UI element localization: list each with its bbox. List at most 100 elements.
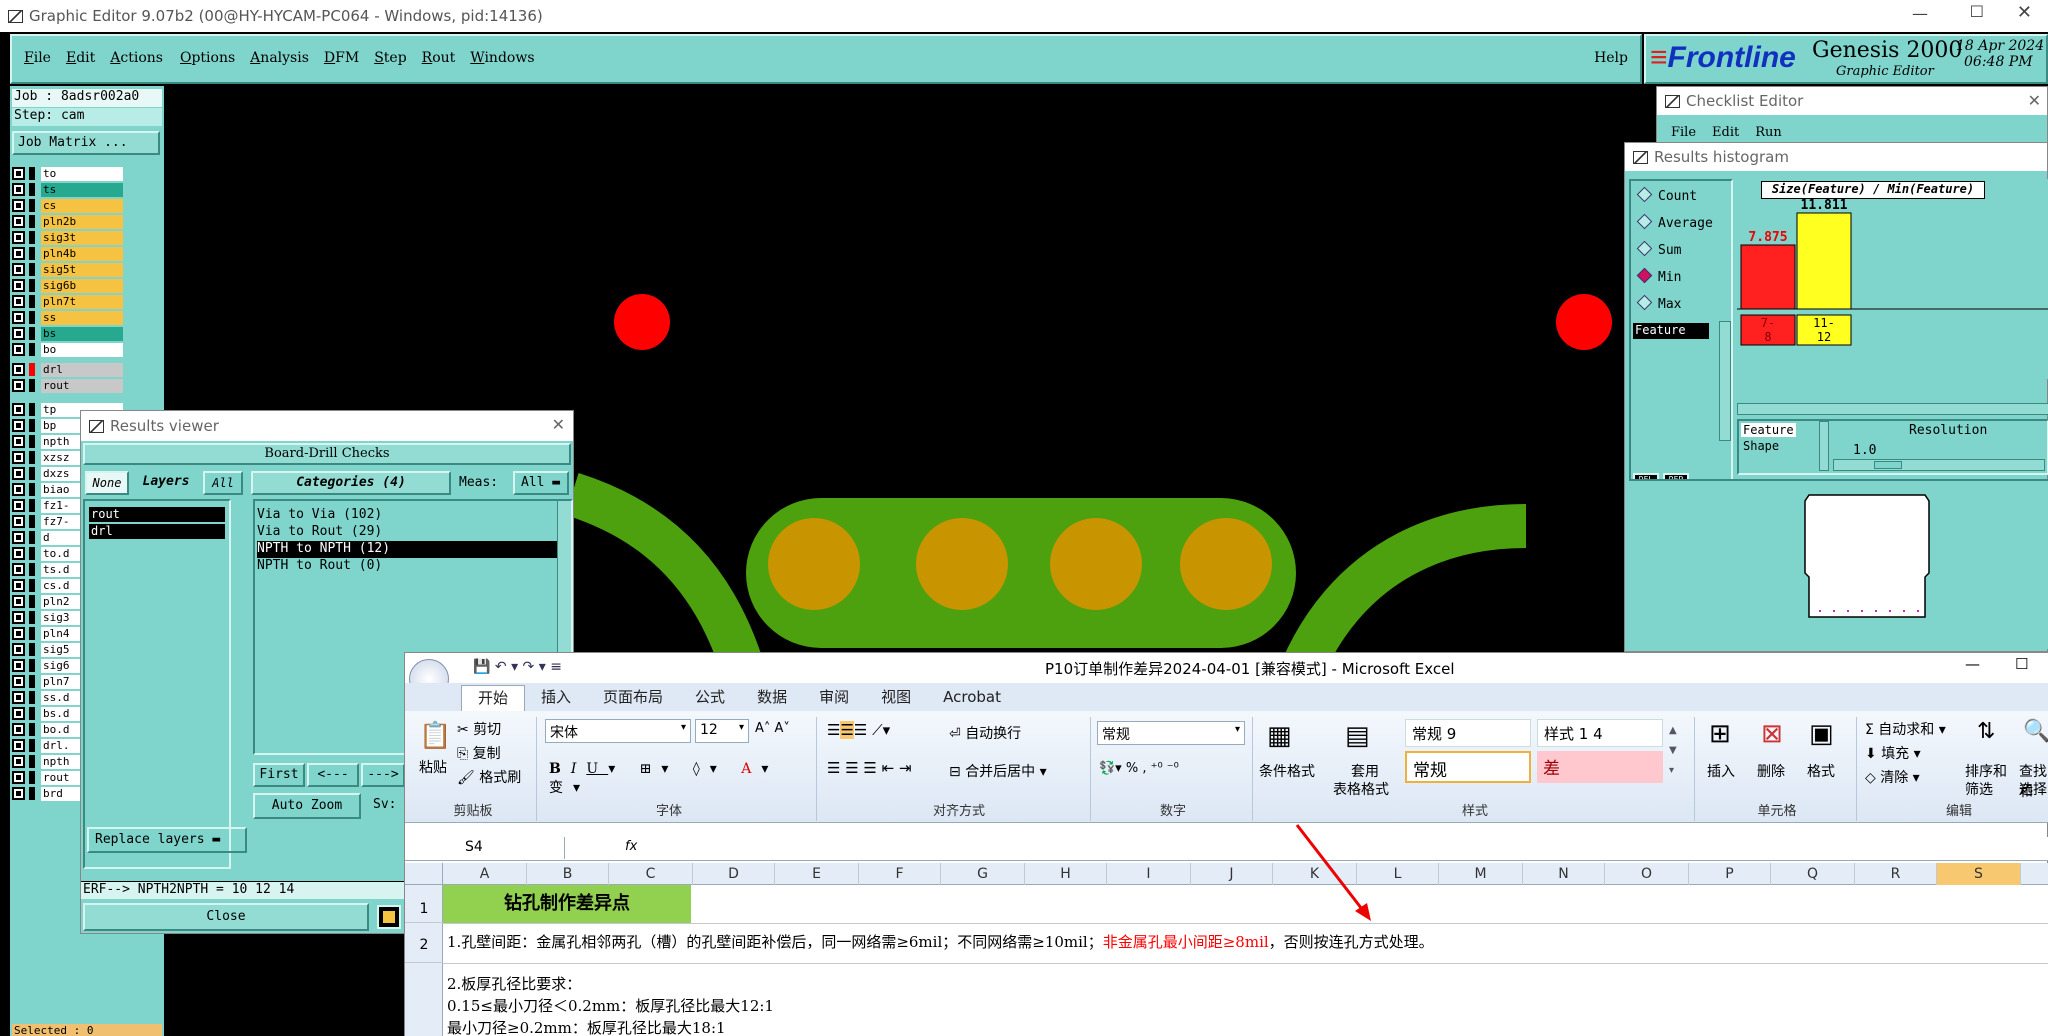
column-header[interactable]: C [609,863,693,885]
layer-checkbox[interactable] [12,739,25,752]
paste-button[interactable]: 粘贴 [419,757,447,777]
layer-checkbox[interactable] [12,419,25,432]
maximize-button[interactable]: ☐ [1970,2,1984,21]
menu-actions[interactable]: Actions [110,50,163,66]
rule-line-1[interactable]: 1.孔壁间距：金属孔相邻两孔（槽）的孔壁间距补偿后，同一网络需≥6mil；不同网… [447,931,1434,952]
layer-checkbox[interactable] [12,563,25,576]
column-header[interactable]: E [775,863,859,885]
layer-name[interactable]: sig3t [41,230,123,245]
histogram-bar[interactable] [1796,212,1852,310]
layer-name[interactable]: ss [41,310,123,325]
meas-dropdown[interactable]: All ▬ [513,471,569,495]
layer-checkbox[interactable] [12,295,25,308]
menu-dfm[interactable]: DFM [324,50,359,66]
layer-row[interactable]: to [12,166,123,181]
layer-checkbox[interactable] [12,499,25,512]
column-header[interactable]: I [1107,863,1191,885]
conditional-format-icon[interactable]: ▦ [1267,721,1292,751]
number-format-icons[interactable]: 💱▾ % , ⁺⁰ ⁻⁰ [1099,761,1179,776]
layer-row[interactable]: rout [12,378,123,393]
tab-home[interactable]: 开始 [461,685,526,711]
layer-checkbox[interactable] [12,691,25,704]
column-header[interactable]: R [1855,863,1937,885]
merge-center-button[interactable]: ⊟ 合并后居中 ▾ [949,761,1047,781]
table-format-button[interactable]: 套用 [1351,761,1379,781]
layer-checkbox[interactable] [12,435,25,448]
layer-checkbox[interactable] [12,363,25,376]
next-button[interactable]: ---> [361,763,405,787]
category-item-selected[interactable]: NPTH to NPTH (12) [257,541,569,558]
layer-name[interactable]: ts [41,182,123,197]
formula-input[interactable] [641,837,2041,859]
column-header[interactable]: N [1523,863,1605,885]
close-icon[interactable]: ✕ [2028,91,2041,110]
align-horizontal-icons[interactable]: ☰ ☰ ☰ ⇤ ⇥ [827,759,912,777]
column-header[interactable]: A [443,863,527,885]
tab-view[interactable]: 视图 [865,685,927,711]
layer-checkbox[interactable] [12,167,25,180]
layer-checkbox[interactable] [12,343,25,356]
autosum-button[interactable]: Σ 自动求和 ▾ [1865,719,1946,739]
layer-row[interactable]: sig6b [12,278,123,293]
layer-checkbox[interactable] [12,707,25,720]
menu-help[interactable]: Help [1594,50,1628,66]
chart-scrollbar[interactable] [1737,403,2048,415]
layer-name[interactable]: bs [41,326,123,341]
layer-checkbox[interactable] [12,403,25,416]
option-max[interactable]: Max [1636,294,1681,312]
layer-row[interactable]: pln7t [12,294,123,309]
layer-name[interactable]: sig6b [41,278,123,293]
menu-edit[interactable]: Edit [66,50,95,66]
layer-row[interactable]: bo [12,342,123,357]
tab-acrobat[interactable]: Acrobat [927,685,1017,711]
layer-row[interactable]: sig5t [12,262,123,277]
category-item[interactable]: NPTH to Rout (0) [257,558,569,575]
layer-checkbox[interactable] [12,611,25,624]
layer-checkbox[interactable] [12,263,25,276]
layer-name[interactable]: pln2b [41,214,123,229]
layer-checkbox[interactable] [12,723,25,736]
option-sum[interactable]: Sum [1636,240,1681,258]
column-header[interactable]: G [941,863,1025,885]
layer-checkbox[interactable] [12,787,25,800]
layer-checkbox[interactable] [12,451,25,464]
rule-line-2[interactable]: 2.板厚孔径比要求： [447,973,581,994]
column-header[interactable]: D [693,863,775,885]
menu-file[interactable]: File [24,50,51,66]
find-select-button-2[interactable]: 选择 [2019,779,2047,799]
layer-checkbox[interactable] [12,547,25,560]
feature-label[interactable]: Feature [1741,423,1796,437]
info-icon[interactable] [377,905,401,929]
minimize-button[interactable]: — [1912,4,1928,23]
menu-edit[interactable]: Edit [1712,125,1739,140]
font-style-buttons[interactable]: BIU▾ ⊞▾ ◊▾ A▾ 变▾ [549,761,816,797]
clear-button[interactable]: ◇ 清除 ▾ [1865,767,1920,787]
cut-button[interactable]: ✂ 剪切 [457,719,501,739]
column-header[interactable]: F [859,863,941,885]
menu-rout[interactable]: Rout [422,50,456,66]
layer-checkbox[interactable] [12,279,25,292]
layer-name[interactable]: cs [41,198,123,213]
layer-name[interactable]: sig5t [41,262,123,277]
rule-line-4[interactable]: 最小刀径≥0.2mm：板厚孔径比最大18:1 [447,1017,726,1036]
copy-button[interactable]: ⎘ 复制 [457,743,501,763]
sheet-grid[interactable]: 钻孔制作差异点 1.孔壁间距：金属孔相邻两孔（槽）的孔壁间距补偿后，同一网络需≥… [443,885,2048,1036]
column-header[interactable]: K [1273,863,1357,885]
row-header-1[interactable]: 1 [405,885,443,923]
format-cells-icon[interactable]: ▣ [1809,719,1834,749]
tab-data[interactable]: 数据 [741,685,803,711]
quick-access-icons[interactable]: 💾 ↶ ▾ ↷ ▾ ≡ [473,659,562,675]
layer-checkbox[interactable] [12,231,25,244]
layer-checkbox[interactable] [12,659,25,672]
font-size-dropdown[interactable]: 12 ▾ [695,719,749,743]
auto-zoom-button[interactable]: Auto Zoom [253,793,361,819]
format-painter-button[interactable]: 🖌 格式刷 [457,767,521,787]
layer-row[interactable]: drl [12,362,123,377]
style-14[interactable]: 样式 1 4 [1537,719,1663,747]
column-header[interactable]: O [1605,863,1689,885]
sort-filter-button-2[interactable]: 筛选 [1965,779,1993,799]
layer-name[interactable]: drl [41,362,123,377]
layer-item-rout[interactable]: rout [89,507,225,522]
layer-row[interactable]: pln2b [12,214,123,229]
close-button[interactable]: Close [83,903,369,931]
